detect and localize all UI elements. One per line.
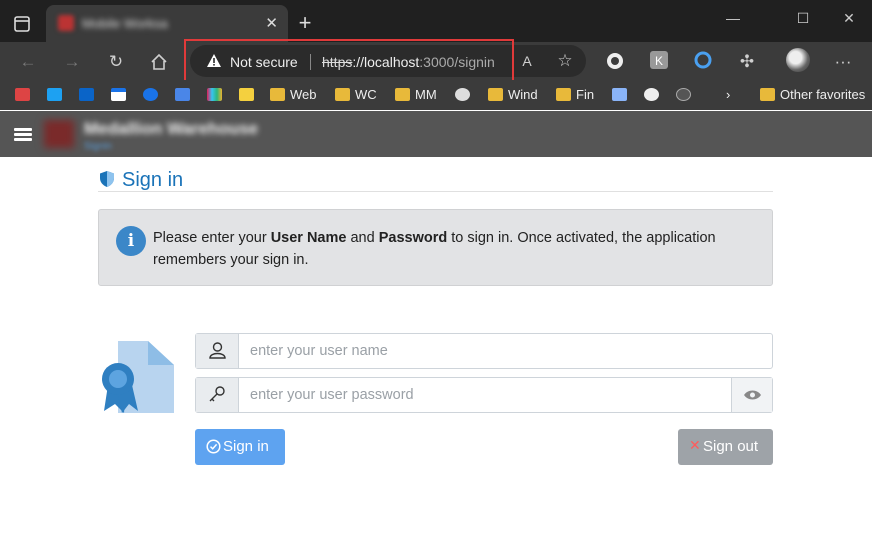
page-title-text: Sign in: [122, 169, 184, 191]
close-window-icon[interactable]: ✕: [826, 10, 872, 27]
folder-icon: [335, 88, 350, 101]
calendar-favorite-icon[interactable]: [111, 87, 131, 103]
twitter-favorite-icon[interactable]: [47, 87, 67, 103]
minimize-icon[interactable]: —: [710, 10, 756, 26]
signin-page: Sign in i Please enter your User Name an…: [0, 157, 872, 543]
favorite-label: Fin: [576, 87, 595, 102]
tab-favicon-icon: [58, 15, 74, 31]
home-icon[interactable]: [148, 51, 170, 73]
shield-icon: [100, 171, 114, 187]
folder-icon: [760, 88, 775, 101]
folder-icon: [270, 88, 285, 101]
favorite-folder-wind[interactable]: Wind: [488, 87, 538, 103]
certificate-icon: [102, 341, 174, 413]
page-title: Sign in: [98, 169, 183, 192]
folder-icon: [488, 88, 503, 101]
favorite-folder-wc[interactable]: WC: [335, 87, 377, 103]
github-favorite-icon[interactable]: [644, 87, 664, 103]
extensions-puzzle-icon[interactable]: ✣: [736, 51, 758, 73]
x-icon: ✕: [689, 437, 701, 453]
browser-tab[interactable]: Mobile Worksa ✕: [46, 5, 288, 42]
favorite-label: Web: [290, 87, 317, 102]
signin-button-label: Sign in: [223, 438, 269, 455]
add-favorite-icon[interactable]: ☆: [554, 50, 576, 72]
folder-icon: [395, 88, 410, 101]
browser-window: Mobile Worksa ✕ + — ☐ ✕ ← → ↻ Not secure…: [0, 0, 872, 543]
favorite-label: Wind: [508, 87, 538, 102]
extension-2-icon[interactable]: K: [648, 51, 670, 73]
tab-actions-icon[interactable]: [10, 12, 34, 36]
hamburger-menu-icon[interactable]: [14, 128, 32, 142]
app-logo: [44, 120, 74, 148]
profile-avatar[interactable]: [786, 48, 810, 72]
favorite-folder-mm[interactable]: MM: [395, 87, 437, 103]
gmail-favorite-icon[interactable]: [15, 87, 35, 103]
tab-close-icon[interactable]: ✕: [265, 14, 278, 32]
folder-icon: [556, 88, 571, 101]
back-icon[interactable]: ←: [17, 51, 39, 73]
other-favorites-label: Other favorites: [780, 87, 866, 102]
refresh-icon[interactable]: ↻: [105, 51, 127, 73]
username-placeholder: enter your user name: [250, 343, 388, 359]
app-title: Medallion Warehouse: [84, 119, 259, 138]
app-subtitle: Signin: [84, 141, 112, 152]
favorite-label: WC: [355, 87, 377, 102]
title-divider: [98, 191, 773, 192]
svg-text:K: K: [655, 54, 663, 68]
signout-button[interactable]: ✕ Sign out: [678, 429, 773, 465]
tab-title: Mobile Worksa: [82, 16, 168, 31]
forms-favorite-icon[interactable]: [612, 87, 632, 103]
password-field[interactable]: enter your user password: [195, 377, 773, 413]
notes-favorite-icon[interactable]: [239, 87, 259, 103]
username-field[interactable]: enter your user name: [195, 333, 773, 369]
info-message: Please enter your User Name and Password…: [153, 230, 716, 268]
translate-favorite-icon[interactable]: [175, 87, 195, 103]
signout-button-label: Sign out: [703, 438, 759, 455]
weather-favorite-icon[interactable]: [455, 87, 475, 103]
slack-favorite-icon[interactable]: [207, 87, 227, 103]
new-tab-icon[interactable]: +: [294, 10, 316, 36]
outlook-favorite-icon[interactable]: [79, 87, 99, 103]
site-favorite-icon[interactable]: [676, 87, 696, 103]
title-bar: Mobile Worksa ✕ + — ☐ ✕: [0, 0, 872, 42]
favorites-overflow-icon[interactable]: ›: [726, 87, 730, 103]
favorite-label: MM: [415, 87, 437, 102]
favorite-folder-web[interactable]: Web: [270, 87, 317, 103]
check-circle-icon: [206, 439, 221, 454]
read-aloud-icon[interactable]: A: [516, 50, 538, 72]
password-placeholder: enter your user password: [250, 387, 414, 403]
maximize-icon[interactable]: ☐: [780, 10, 826, 27]
forward-icon[interactable]: →: [61, 51, 83, 73]
more-menu-icon[interactable]: ···: [832, 51, 854, 73]
app-header: Medallion Warehouse Signin: [0, 111, 872, 157]
user-icon: [196, 334, 239, 368]
key-icon: [196, 378, 239, 412]
favorite-folder-fin[interactable]: Fin: [556, 87, 594, 103]
extension-1-icon[interactable]: [604, 51, 626, 73]
info-icon: i: [116, 226, 146, 256]
other-favorites-folder[interactable]: Other favorites: [760, 87, 865, 103]
favorites-bar: Web WC MM Wind Fin › Other favorites: [0, 80, 872, 110]
show-password-eye-icon[interactable]: [731, 378, 772, 412]
contacts-favorite-icon[interactable]: [143, 87, 163, 103]
signin-button[interactable]: Sign in: [195, 429, 285, 465]
address-highlight-box: [184, 39, 514, 82]
extension-3-icon[interactable]: [692, 51, 714, 73]
info-alert: i Please enter your User Name and Passwo…: [98, 209, 773, 286]
